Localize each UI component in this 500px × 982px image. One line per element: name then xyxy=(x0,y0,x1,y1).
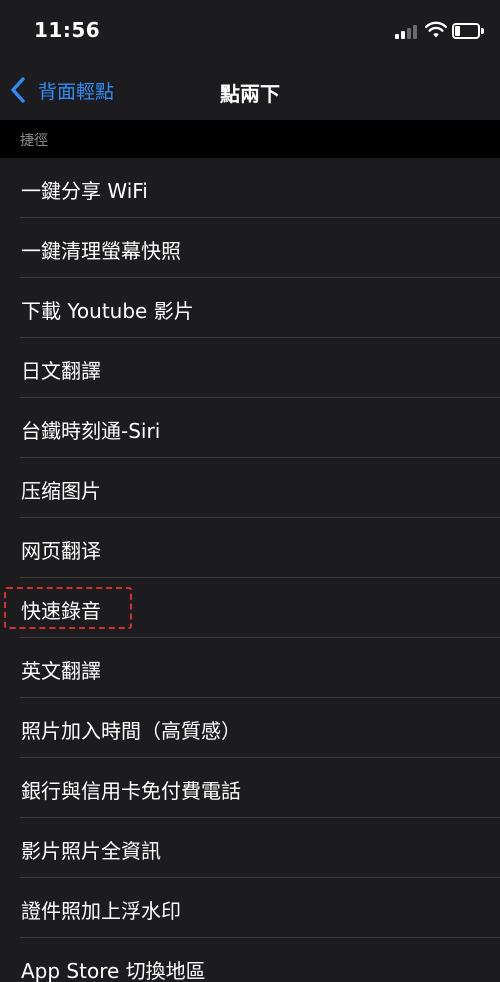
list-item-label: 下載 Youtube 影片 xyxy=(21,299,194,323)
list-item[interactable]: App Store 切換地區 xyxy=(0,938,500,982)
battery-icon xyxy=(452,23,484,39)
list-item-highlighted[interactable]: 快速錄音 xyxy=(0,578,500,638)
section-header-label: 捷徑 xyxy=(20,133,48,149)
shortcut-list: 一鍵分享 WiFi 一鍵清理螢幕快照 下載 Youtube 影片 日文翻譯 台鐵… xyxy=(0,158,500,982)
list-item-label: 一鍵清理螢幕快照 xyxy=(21,239,181,263)
signal-icon xyxy=(395,25,419,39)
list-item-label: 英文翻譯 xyxy=(21,659,101,683)
list-item-label: 證件照加上浮水印 xyxy=(21,899,181,923)
wifi-icon xyxy=(425,21,447,38)
list-item-label: 一鍵分享 WiFi xyxy=(21,179,148,203)
list-item[interactable]: 一鍵清理螢幕快照 xyxy=(0,218,500,278)
list-item-label: 网页翻译 xyxy=(21,539,101,563)
list-item[interactable]: 照片加入時間（高質感） xyxy=(0,698,500,758)
list-item[interactable]: 一鍵分享 WiFi xyxy=(0,158,500,218)
section-header: 捷徑 xyxy=(0,120,500,158)
list-item-label: 台鐵時刻通-Siri xyxy=(21,419,161,443)
list-item[interactable]: 网页翻译 xyxy=(0,518,500,578)
list-item[interactable]: 影片照片全資訊 xyxy=(0,818,500,878)
list-item[interactable]: 日文翻譯 xyxy=(0,338,500,398)
list-item-label: 快速錄音 xyxy=(21,599,101,623)
list-item-label: 压缩图片 xyxy=(21,479,101,503)
list-item[interactable]: 英文翻譯 xyxy=(0,638,500,698)
list-item-label: 銀行與信用卡免付費電話 xyxy=(21,779,241,803)
list-item[interactable]: 證件照加上浮水印 xyxy=(0,878,500,938)
phone-screen: 11:56 背面輕點 點兩下 捷徑 一鍵分享 WiFi 一鍵清理螢幕快照 下載 … xyxy=(0,0,500,982)
navigation-bar: 背面輕點 點兩下 xyxy=(0,60,500,120)
list-item[interactable]: 下載 Youtube 影片 xyxy=(0,278,500,338)
list-item[interactable]: 台鐵時刻通-Siri xyxy=(0,398,500,458)
list-item-label: 影片照片全資訊 xyxy=(21,839,161,863)
status-bar: 11:56 xyxy=(0,0,500,60)
status-time: 11:56 xyxy=(34,18,101,42)
page-title: 點兩下 xyxy=(220,82,280,106)
list-item-label: App Store 切換地區 xyxy=(21,959,206,982)
list-item-label: 照片加入時間（高質感） xyxy=(21,719,241,743)
list-item-label: 日文翻譯 xyxy=(21,359,101,383)
list-item[interactable]: 銀行與信用卡免付費電話 xyxy=(0,758,500,818)
list-item[interactable]: 压缩图片 xyxy=(0,458,500,518)
